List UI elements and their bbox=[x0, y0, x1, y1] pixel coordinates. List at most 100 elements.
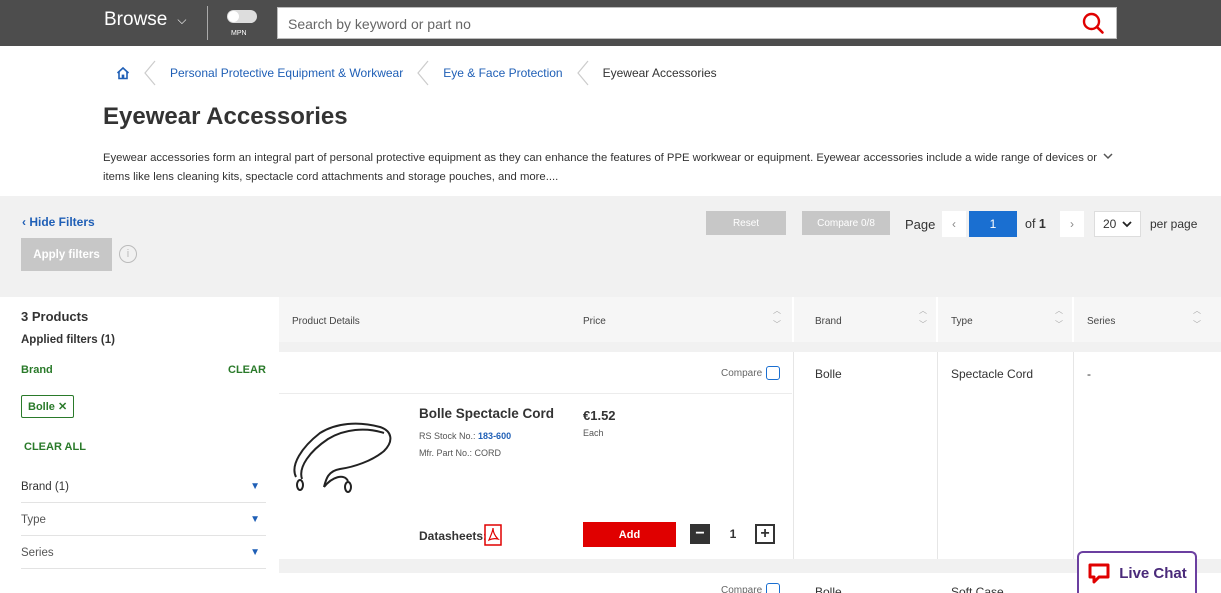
hide-filters-label: Hide Filters bbox=[29, 215, 95, 229]
compare-button[interactable]: Compare 0/8 bbox=[802, 211, 890, 235]
chevron-down-icon: ⌵ bbox=[177, 12, 187, 27]
facet-label: Type bbox=[21, 513, 46, 526]
info-icon[interactable]: i bbox=[119, 245, 137, 263]
breadcrumb-separator-icon bbox=[144, 60, 156, 86]
compare-toggle[interactable]: Compare bbox=[721, 583, 781, 593]
breadcrumb-current: Eyewear Accessories bbox=[602, 66, 717, 80]
column-divider bbox=[937, 352, 938, 559]
breadcrumb-separator-icon bbox=[576, 60, 589, 86]
chevron-down-icon bbox=[1122, 221, 1132, 228]
price-unit: Each bbox=[583, 428, 604, 438]
previous-page-button[interactable]: ‹ bbox=[942, 211, 966, 237]
total-pages: 1 bbox=[1038, 217, 1046, 231]
products-count: 3 Products bbox=[21, 309, 89, 324]
sort-brand-icon[interactable]: ︿ ﹀ bbox=[919, 305, 929, 333]
brand-value: Bolle bbox=[815, 585, 842, 593]
chevron-down-icon: ▼ bbox=[250, 547, 260, 558]
per-page-select[interactable]: 20 bbox=[1094, 211, 1141, 237]
mpn-toggle[interactable]: MPN bbox=[227, 8, 257, 38]
type-value: Spectacle Cord bbox=[951, 367, 1034, 381]
search-button[interactable] bbox=[1070, 8, 1116, 38]
clear-all-link[interactable]: CLEAR ALL bbox=[24, 441, 86, 453]
compare-checkbox[interactable] bbox=[766, 583, 781, 593]
toolbar-band bbox=[0, 196, 1221, 297]
browse-label: Browse bbox=[104, 9, 168, 30]
stock-number-link[interactable]: 183-600 bbox=[478, 431, 511, 441]
home-icon[interactable] bbox=[116, 66, 130, 80]
chat-icon bbox=[1088, 563, 1110, 584]
category-description: Eyewear accessories form an integral par… bbox=[103, 152, 1098, 183]
datasheets-label: Datasheets: bbox=[419, 529, 488, 543]
breadcrumb-link-eye-face[interactable]: Eye & Face Protection bbox=[443, 66, 562, 80]
breadcrumb-link-ppe[interactable]: Personal Protective Equipment & Workwear bbox=[170, 66, 403, 80]
applied-filters-label: Applied filters (1) bbox=[21, 334, 115, 346]
column-label-brand: Brand bbox=[815, 316, 842, 327]
column-divider bbox=[1073, 352, 1074, 559]
browse-menu-button[interactable]: Browse ⌵ bbox=[104, 9, 186, 31]
add-to-basket-button[interactable]: Add bbox=[583, 522, 676, 547]
search-bar bbox=[277, 7, 1117, 39]
page-label: Page bbox=[905, 217, 936, 232]
stock-number-label: RS Stock No.: bbox=[419, 431, 476, 441]
chevron-down-icon: ▼ bbox=[250, 481, 260, 492]
apply-filters-button[interactable]: Apply filters bbox=[21, 238, 112, 271]
live-chat-label: Live Chat bbox=[1119, 564, 1187, 582]
toggle-knob bbox=[228, 11, 239, 22]
reset-button[interactable]: Reset bbox=[706, 211, 786, 235]
type-value: Soft Case bbox=[951, 585, 1004, 593]
mfr-part-label: Mfr. Part No.: bbox=[419, 448, 473, 458]
pdf-icon[interactable] bbox=[484, 524, 502, 546]
column-label-product-details: Product Details bbox=[292, 316, 360, 327]
live-chat-button[interactable]: Live Chat bbox=[1077, 551, 1197, 593]
price: €1.52 bbox=[583, 408, 616, 423]
current-page-field[interactable]: 1 bbox=[969, 211, 1017, 237]
per-page-value: 20 bbox=[1103, 217, 1117, 231]
compare-label: Compare bbox=[721, 584, 763, 593]
expand-chevron-icon[interactable] bbox=[1102, 151, 1114, 161]
search-input[interactable] bbox=[288, 14, 1048, 34]
column-label-type: Type bbox=[951, 316, 973, 327]
compare-toggle[interactable]: Compare bbox=[721, 366, 781, 380]
stock-number: RS Stock No.: 183-600 bbox=[419, 431, 511, 441]
compare-label: Compare bbox=[721, 367, 763, 379]
row-spacer bbox=[279, 342, 1221, 352]
chevron-down-icon: ▼ bbox=[250, 514, 260, 525]
breadcrumb: Personal Protective Equipment & Workwear… bbox=[116, 60, 717, 86]
of-label: of bbox=[1025, 217, 1036, 231]
per-page-label: per page bbox=[1150, 217, 1198, 231]
product-name-link[interactable]: Bolle Spectacle Cord bbox=[419, 406, 554, 421]
series-value: - bbox=[1087, 367, 1091, 381]
breadcrumb-separator-icon bbox=[417, 60, 429, 86]
search-icon bbox=[1082, 12, 1104, 34]
page-title: Eyewear Accessories bbox=[103, 103, 348, 130]
facet-label: Brand (1) bbox=[21, 480, 69, 493]
sort-series-icon[interactable]: ︿ ﹀ bbox=[1193, 305, 1203, 333]
facet-type[interactable]: Type ▼ bbox=[21, 504, 266, 536]
column-divider bbox=[793, 352, 794, 559]
mfr-part-number: Mfr. Part No.: CORD bbox=[419, 448, 501, 458]
applied-brand-label: Brand bbox=[21, 364, 53, 376]
facet-brand[interactable]: Brand (1) ▼ bbox=[21, 471, 266, 503]
facet-series[interactable]: Series ▼ bbox=[21, 537, 266, 569]
clear-brand-link[interactable]: CLEAR bbox=[228, 364, 266, 376]
column-label-price: Price bbox=[583, 316, 606, 327]
quantity-increase-button[interactable]: + bbox=[755, 524, 775, 544]
compare-checkbox[interactable] bbox=[766, 366, 781, 380]
next-page-button[interactable]: › bbox=[1060, 211, 1084, 237]
brand-filter-chip[interactable]: Bolle ✕ bbox=[21, 395, 75, 418]
facet-label: Series bbox=[21, 546, 54, 559]
brand-value: Bolle bbox=[815, 367, 842, 381]
column-label-series: Series bbox=[1087, 316, 1116, 327]
top-bar: Browse ⌵ MPN bbox=[0, 0, 1221, 46]
mpn-label: MPN bbox=[231, 30, 247, 37]
hide-filters-link[interactable]: ‹ Hide Filters bbox=[22, 215, 95, 229]
quantity-input[interactable]: 1 bbox=[716, 522, 750, 546]
sort-type-icon[interactable]: ︿ ﹀ bbox=[1055, 305, 1065, 333]
quantity-decrease-button[interactable]: − bbox=[690, 524, 710, 544]
divider bbox=[207, 6, 208, 40]
page-total: of 1 bbox=[1025, 217, 1046, 231]
sort-price-icon[interactable]: ︿ ﹀ bbox=[773, 305, 783, 333]
divider bbox=[279, 393, 792, 394]
mfr-part-value: CORD bbox=[474, 448, 502, 458]
spectacle-cord-image[interactable] bbox=[288, 417, 400, 495]
